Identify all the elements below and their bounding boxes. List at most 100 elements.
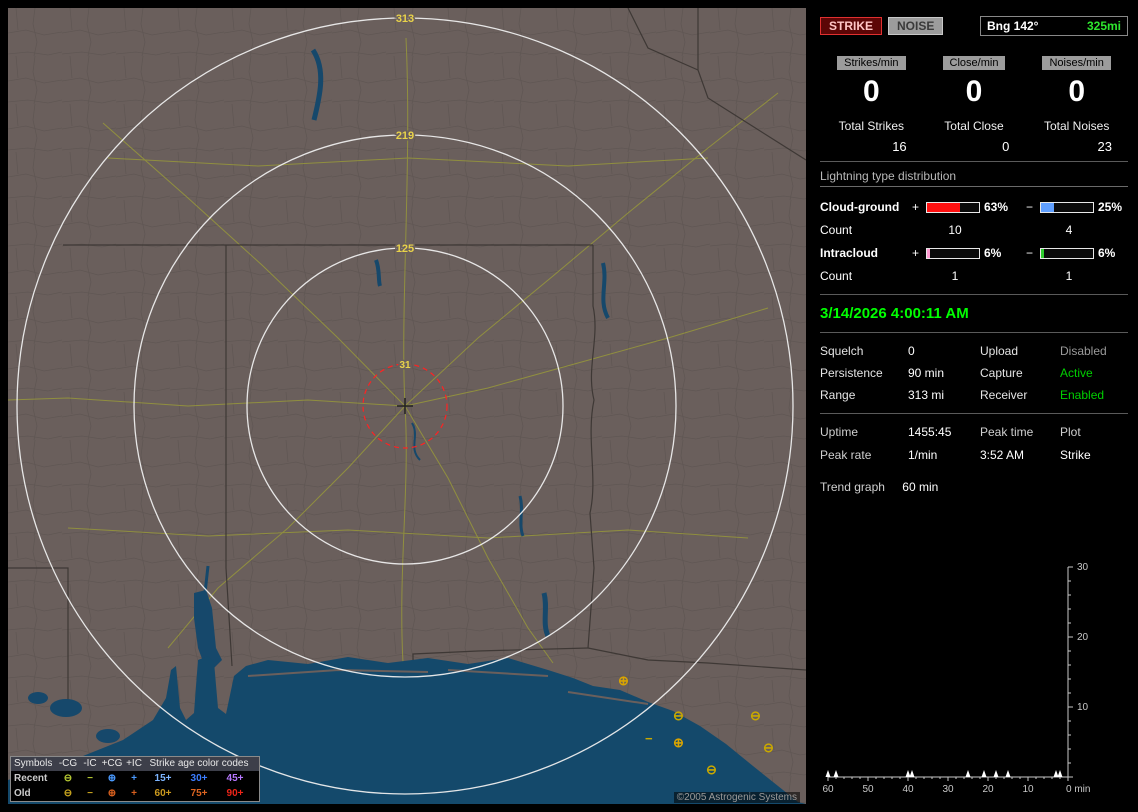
- minus-sign: −: [1026, 246, 1034, 260]
- peak-rate-label: Peak rate: [820, 448, 872, 462]
- pos-cg-old-icon: ⊕: [107, 788, 117, 799]
- total-close-value: 0: [1002, 139, 1010, 154]
- legend-age-header: Strike age color codes: [149, 758, 249, 769]
- legend-col-neg-cg: -CG: [58, 758, 78, 769]
- close-per-min-value: 0: [965, 75, 983, 108]
- receiver-status: Enabled: [1060, 388, 1105, 402]
- cg-plus-bar-fill: [927, 202, 960, 212]
- neg-ic-old-icon: −: [87, 788, 93, 799]
- svg-text:10: 10: [1077, 702, 1089, 713]
- plus-sign: +: [912, 246, 920, 260]
- divider: [820, 294, 1128, 295]
- svg-text:10: 10: [1022, 784, 1034, 795]
- age-90: 90+: [226, 788, 244, 799]
- age-30: 30+: [190, 773, 208, 784]
- plot-label: Plot: [1060, 425, 1081, 439]
- range-value: 313 mi: [908, 388, 945, 402]
- total-strikes-value: 16: [892, 139, 907, 154]
- legend-row-recent: Recent ⊖ − ⊕ + 15+ 30+ 45+: [11, 771, 259, 786]
- intracloud-label: Intracloud: [820, 246, 879, 260]
- divider: [820, 332, 1128, 333]
- capture-status: Active: [1060, 366, 1093, 380]
- squelch-label: Squelch: [820, 344, 864, 358]
- total-noises-label: Total Noises: [1043, 119, 1110, 133]
- pos-cg-recent-icon: ⊕: [107, 773, 117, 784]
- trend-graph: 60 50 40 30 20 10 0 min 10 20 30: [822, 562, 1090, 795]
- trend-window-value: 60 min: [902, 480, 939, 494]
- settings-grid: Squelch 0 Upload Disabled Persistence 90…: [820, 344, 1128, 402]
- legend-col-pos-cg: +CG: [101, 758, 123, 769]
- legend-row-old: Old ⊖ − ⊕ + 60+ 75+ 90+: [11, 786, 259, 801]
- noise-indicator: NOISE: [888, 17, 944, 35]
- distribution-title: Lightning type distribution: [820, 169, 1128, 187]
- copyright: ©2005 Astrogenic Systems: [673, 792, 800, 803]
- total-strikes-label: Total Strikes: [838, 119, 904, 133]
- ic-plus-count: 1: [951, 269, 959, 283]
- cloud-ground-row: Cloud-ground + 63% − 25%: [820, 195, 1128, 219]
- trend-graph-container: 60 50 40 30 20 10 0 min 10 20 30: [820, 541, 1128, 804]
- bearing-distance: 325mi: [1086, 19, 1121, 33]
- svg-text:60: 60: [822, 784, 834, 795]
- neg-cg-old-icon: ⊖: [63, 788, 73, 799]
- plus-sign: +: [912, 200, 920, 214]
- ic-plus-pct: 6%: [984, 246, 1002, 260]
- uptime-label: Uptime: [820, 425, 859, 439]
- current-datetime: 3/14/2026 4:00:11 AM: [820, 305, 969, 322]
- cg-plus-bar: [926, 201, 980, 213]
- count-label: Count: [820, 223, 853, 237]
- squelch-value: 0: [908, 344, 915, 358]
- range-ring-label-219: 219: [396, 130, 414, 142]
- age-15: 15+: [154, 773, 172, 784]
- cg-minus-bar: [1040, 201, 1094, 213]
- strikes-per-min-value: 0: [862, 75, 880, 108]
- trend-graph-label: Trend graph: [820, 480, 885, 494]
- age-75: 75+: [190, 788, 208, 799]
- total-noises-value: 23: [1097, 139, 1112, 154]
- neg-cg-recent-icon: ⊖: [63, 773, 73, 784]
- minus-sign: −: [1026, 200, 1034, 214]
- noises-per-min-chip: Noises/min: [1042, 56, 1111, 70]
- peak-rate-value: 1/min: [908, 448, 938, 462]
- map-view[interactable]: 313 219 125 31 ⊕ ⊖ ⊖ − ⊕ ⊖ ⊖ Symbols -CG -IC +…: [8, 8, 806, 804]
- cg-minus-count: 4: [1065, 223, 1073, 237]
- count-label: Count: [820, 269, 853, 283]
- pos-ic-old-icon: +: [131, 788, 137, 799]
- cg-plus-pct: 63%: [984, 200, 1009, 214]
- legend-col-neg-ic: -IC: [83, 758, 97, 769]
- persistence-label: Persistence: [820, 366, 883, 380]
- intracloud-row: Intracloud + 6% − 6%: [820, 241, 1128, 265]
- persistence-value: 90 min: [908, 366, 945, 380]
- cloud-ground-label: Cloud-ground: [820, 200, 900, 214]
- svg-text:30: 30: [942, 784, 954, 795]
- legend-old-label: Old: [14, 788, 31, 799]
- strikes-per-min-chip: Strikes/min: [837, 56, 906, 70]
- upload-label: Upload: [980, 344, 1019, 358]
- range-ring-label-313: 313: [396, 13, 414, 25]
- pos-ic-recent-icon: +: [131, 773, 137, 784]
- svg-text:20: 20: [1077, 632, 1089, 643]
- status-panel: STRIKE NOISE Bng 142° 325mi Strikes/min …: [814, 8, 1132, 804]
- map-legend: Symbols -CG -IC +CG +IC Strike age color…: [10, 756, 260, 802]
- upload-status: Disabled: [1060, 344, 1107, 358]
- svg-text:30: 30: [1077, 562, 1089, 573]
- cg-plus-count: 10: [948, 223, 962, 237]
- plot-value: Strike: [1060, 448, 1091, 462]
- cloud-ground-count-row: Count 10 4: [820, 219, 1128, 241]
- bearing-box: Bng 142° 325mi: [980, 16, 1128, 36]
- peak-time-value: 3:52 AM: [980, 448, 1025, 462]
- close-per-min-chip: Close/min: [942, 56, 1006, 70]
- receiver-label: Receiver: [980, 388, 1028, 402]
- map-geography: 313 219 125 31: [8, 8, 806, 804]
- total-close-label: Total Close: [944, 119, 1004, 133]
- legend-col-pos-ic: +IC: [126, 758, 142, 769]
- peak-time-label: Peak time: [980, 425, 1034, 439]
- svg-text:40: 40: [902, 784, 914, 795]
- uptime-value: 1455:45: [908, 425, 952, 439]
- trend-graph-header: Trend graph 60 min: [820, 480, 1128, 494]
- ic-plus-bar-fill: [927, 248, 931, 258]
- lightning-detector-app: 313 219 125 31 ⊕ ⊖ ⊖ − ⊕ ⊖ ⊖ Symbols -CG -IC +…: [0, 0, 1138, 812]
- ic-minus-count: 1: [1065, 269, 1073, 283]
- cg-minus-bar-fill: [1041, 202, 1054, 212]
- age-60: 60+: [154, 788, 172, 799]
- ic-minus-pct: 6%: [1098, 246, 1116, 260]
